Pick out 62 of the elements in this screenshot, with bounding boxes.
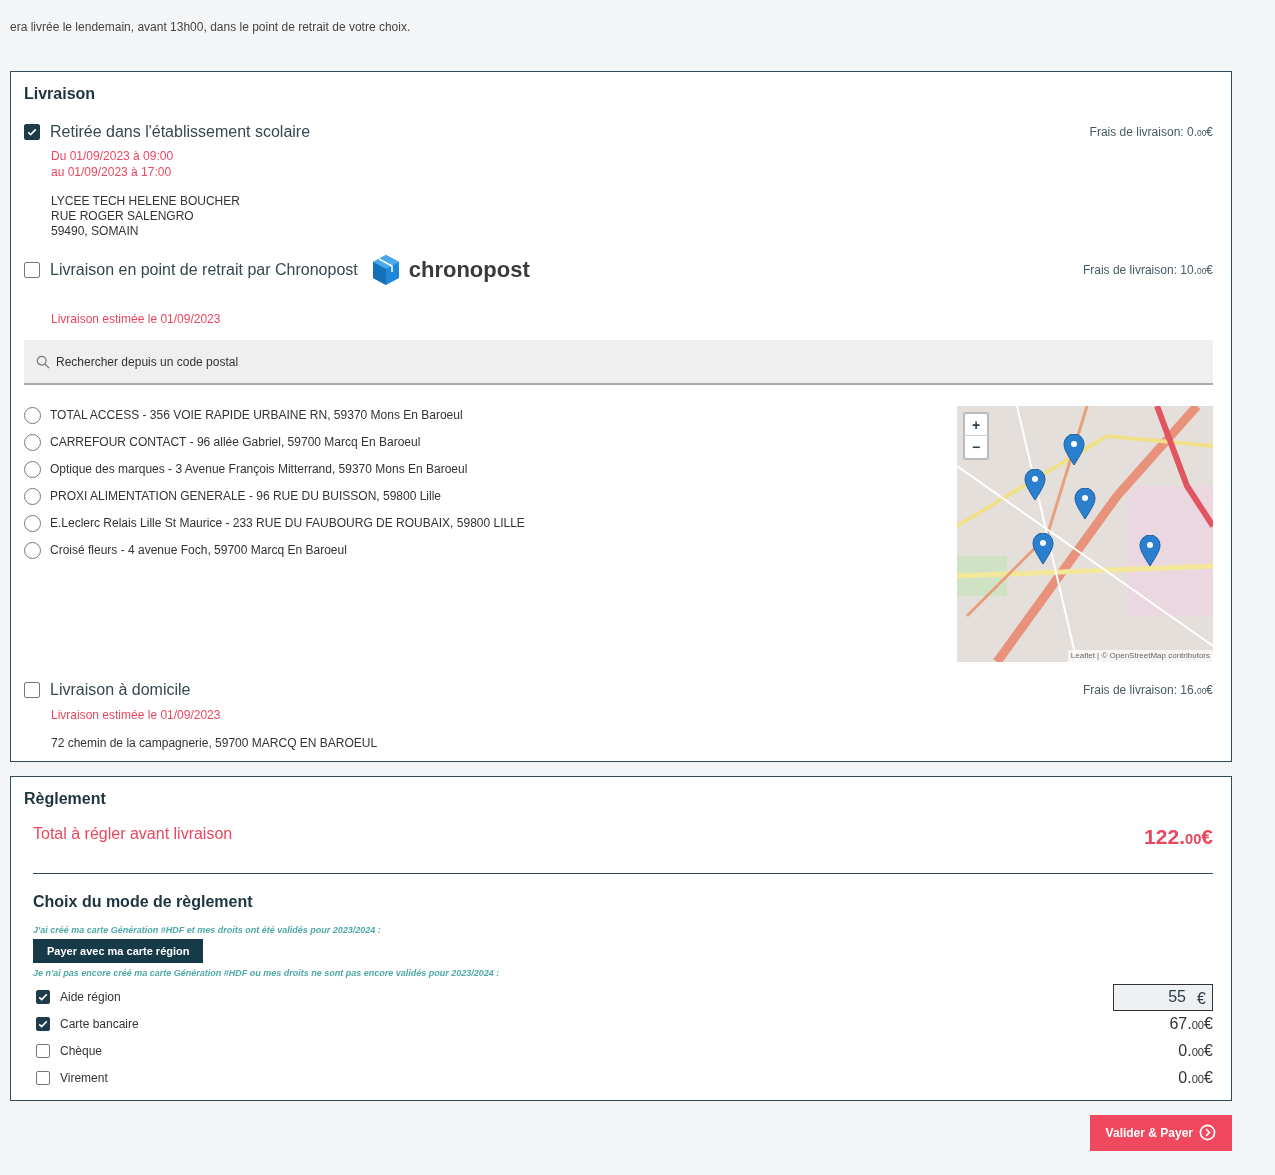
payment-amount: 0.00€ — [1178, 1041, 1213, 1061]
map-pin-icon[interactable] — [1032, 533, 1054, 565]
submit-button[interactable]: Valider & Payer — [1089, 1114, 1232, 1151]
date-text: au 01/09/2023 à 17:00 — [51, 164, 173, 180]
address-text: LYCEE TECH HELENE BOUCHER — [51, 194, 241, 209]
payment-method-label[interactable]: Aide région — [60, 988, 121, 1006]
option-label[interactable]: Retirée dans l'établissement scolaire — [50, 120, 311, 144]
delivery-fee: Frais de livraison: 0.00€ — [1089, 124, 1213, 141]
pickup-point[interactable]: TOTAL ACCESS - 356 VOIE RAPIDE URBAINE RN, 59370 Mons En Baroeul — [50, 406, 463, 424]
currency-symbol: € — [1197, 988, 1206, 1009]
map-attribution[interactable]: Leaflet | © OpenStreetMap contributors — [1067, 650, 1213, 662]
intro-text: era livrée le lendemain, avant 13h00, dans le point de retrait de votre choix. — [10, 19, 412, 36]
checkbox[interactable] — [24, 261, 40, 278]
total-amount: 122.00€ — [1144, 824, 1213, 850]
pickup-point[interactable]: E.Leclerc Relais Lille St Maurice - 233 RUE DU FAUBOURG DE ROUBAIX, 59800 LILLE — [50, 514, 525, 532]
brand-logo: chronopost — [408, 256, 530, 284]
zoom-in-button[interactable]: + — [965, 414, 987, 436]
estimate-text: Livraison estimée le 01/09/2023 — [51, 311, 222, 328]
address-text: 59490, SOMAIN — [51, 224, 140, 239]
payment-amount: 0.00€ — [1178, 1068, 1213, 1088]
cube-icon — [370, 253, 401, 286]
subsection-title: Choix du mode de règlement — [33, 891, 254, 912]
section-title: Règlement — [24, 789, 107, 809]
map-pin-icon[interactable] — [1074, 488, 1096, 520]
pay-region-card-button[interactable]: Payer avec ma carte région — [33, 939, 204, 963]
pickup-point[interactable]: Croisé fleurs - 4 avenue Foch, 59700 Marcq En Baroeul — [50, 541, 347, 559]
address-text: RUE ROGER SALENGRO — [51, 209, 195, 224]
search-icon — [36, 355, 50, 369]
arrow-circle-icon — [1199, 1124, 1216, 1141]
option-label[interactable]: Livraison à domicile — [50, 678, 191, 702]
map-pin-icon[interactable] — [1024, 469, 1046, 501]
map-pin-icon[interactable] — [1063, 434, 1085, 466]
zoom-out-button[interactable]: − — [965, 436, 987, 458]
checkbox[interactable] — [36, 1071, 50, 1085]
info-text: Je n'ai pas encore créé ma carte Génération #HDF ou mes droits ne sont pas encore validés pour 2023/2024 : — [33, 967, 501, 980]
checkbox[interactable] — [24, 682, 40, 698]
checkbox[interactable] — [36, 990, 50, 1004]
option-label[interactable]: Livraison en point de retrait par Chronopost — [50, 257, 358, 282]
checkbox[interactable] — [36, 1017, 50, 1031]
checkbox[interactable] — [24, 124, 40, 140]
date-text: Du 01/09/2023 à 09:00 — [51, 148, 175, 164]
total-label: Total à régler avant livraison — [33, 823, 233, 844]
map-pin-icon[interactable] — [1139, 535, 1161, 567]
section-title: Livraison — [24, 84, 97, 104]
pickup-point[interactable]: CARREFOUR CONTACT - 96 allée Gabriel, 59700 Marcq En Baroeul — [50, 433, 421, 451]
search-field[interactable]: Rechercher depuis un code postal — [24, 340, 1213, 385]
check-icon — [37, 1018, 49, 1030]
check-icon — [37, 991, 49, 1003]
payment-method-label[interactable]: Virement — [60, 1069, 108, 1087]
delivery-fee: Frais de livraison: 10.00€ — [1082, 261, 1213, 279]
payment-amount: 67.00€ — [1169, 1014, 1213, 1034]
map[interactable]: + − Leaflet | © OpenStreetMap contributors — [957, 406, 1213, 662]
delivery-fee: Frais de livraison: 16.00€ — [1082, 682, 1213, 699]
pickup-point[interactable]: PROXI ALIMENTATION GENERALE - 96 RUE DU BUISSON, 59800 Lille — [50, 487, 441, 505]
pickup-point[interactable]: Optique des marques - 3 Avenue François Mitterrand, 59370 Mons En Baroeul — [50, 460, 468, 478]
check-icon — [26, 126, 38, 138]
estimate-text: Livraison estimée le 01/09/2023 — [51, 707, 222, 724]
payment-method-label[interactable]: Chèque — [60, 1042, 103, 1060]
address-text: 72 chemin de la campagnerie, 59700 MARCQ EN BAROEUL — [51, 736, 379, 751]
payment-method-label[interactable]: Carte bancaire — [60, 1015, 139, 1033]
checkbox[interactable] — [36, 1044, 50, 1058]
info-text: J'ai créé ma carte Génération #HDF et mes droits ont été validés pour 2023/2024 : — [33, 923, 382, 937]
